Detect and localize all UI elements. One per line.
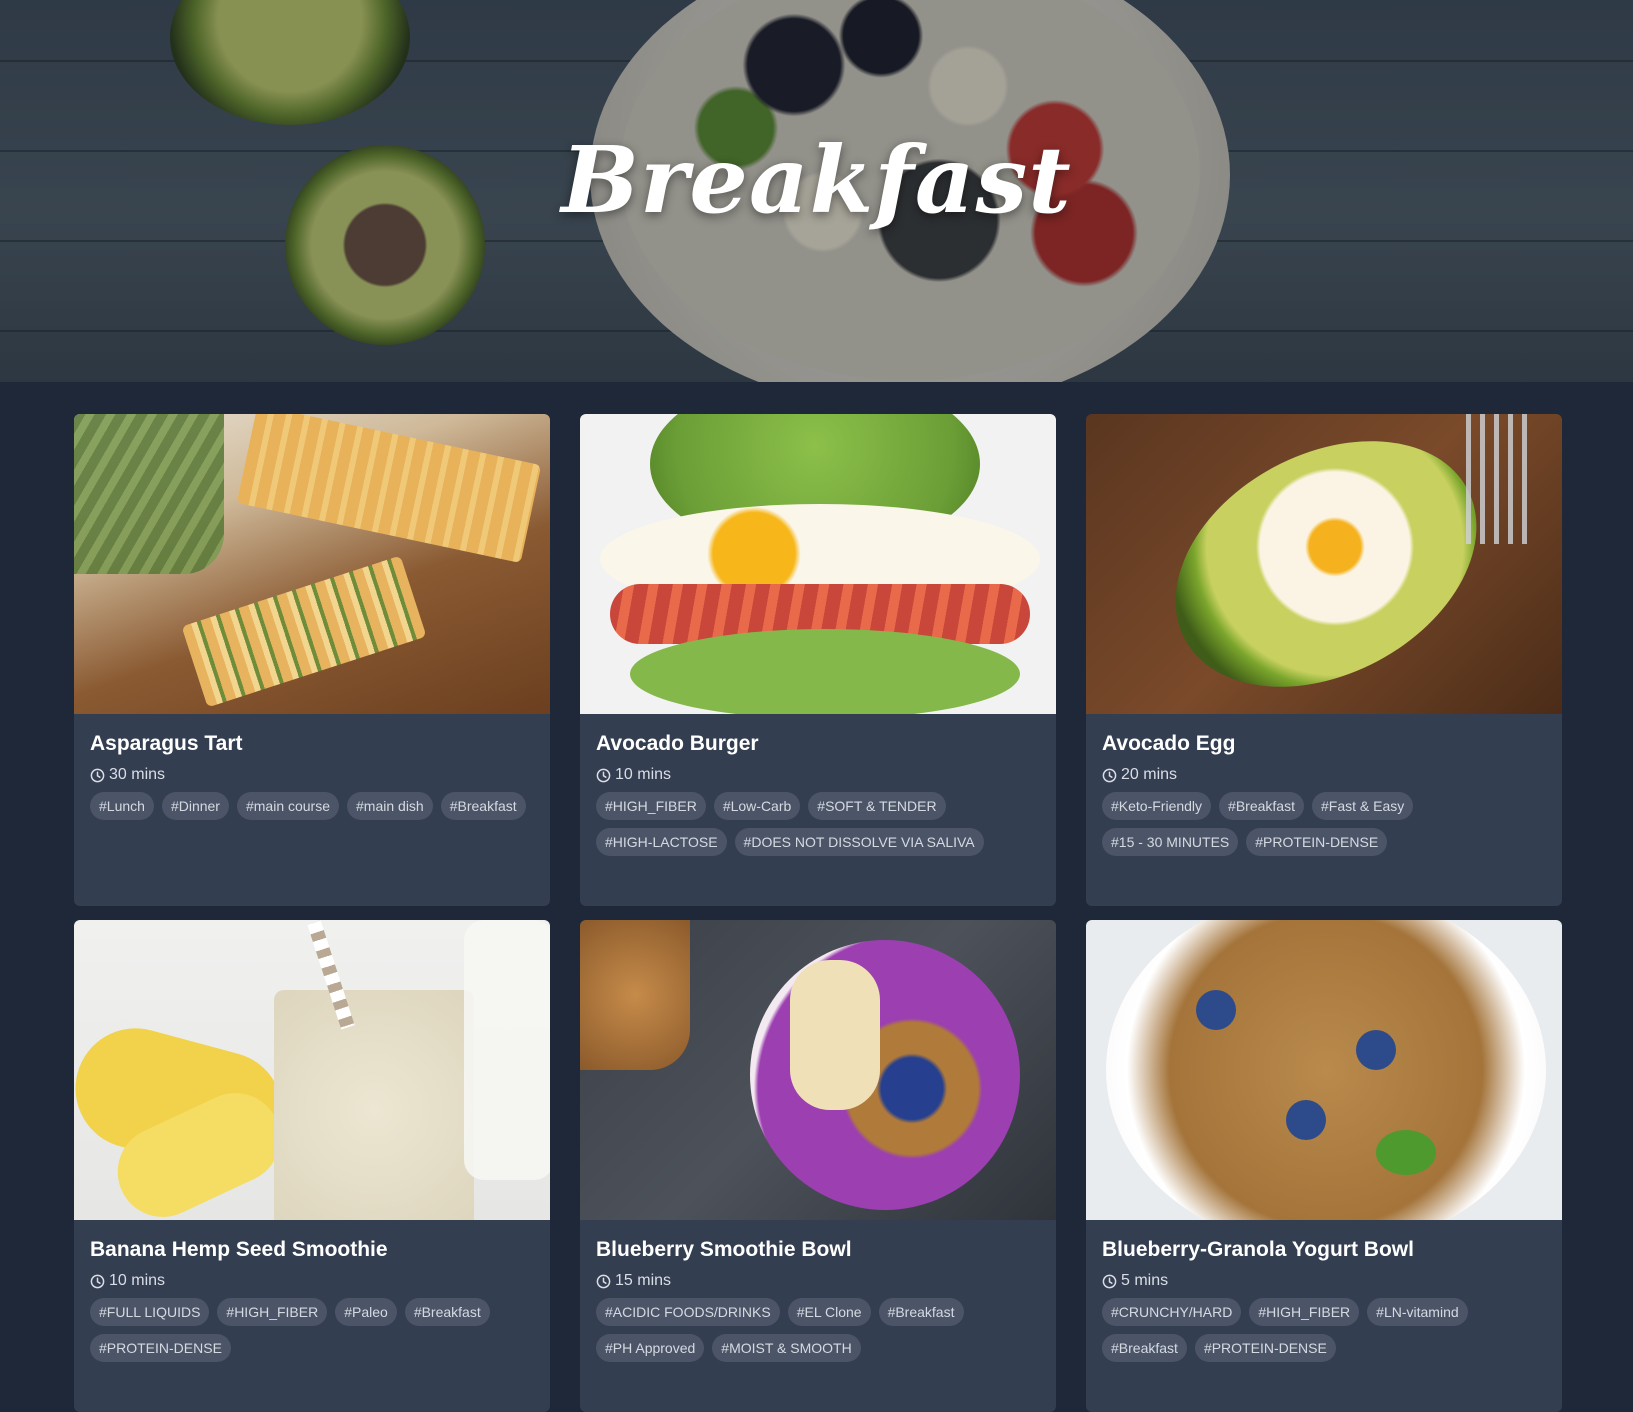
- tag[interactable]: #15 - 30 MINUTES: [1102, 828, 1239, 856]
- prep-time: 30 mins: [90, 766, 534, 784]
- avocado-egg-image: [1086, 414, 1562, 714]
- tag-list: #Lunch #Dinner #main course #main dish #…: [90, 792, 534, 820]
- recipe-card[interactable]: Avocado Burger 10 mins #HIGH_FIBER #Low-…: [580, 414, 1056, 906]
- prep-time-value: 30 mins: [109, 766, 166, 783]
- recipe-title[interactable]: Banana Hemp Seed Smoothie: [90, 1238, 534, 1262]
- recipe-title[interactable]: Avocado Egg: [1102, 732, 1546, 756]
- tag-list: #Keto-Friendly #Breakfast #Fast & Easy #…: [1102, 792, 1546, 856]
- prep-time: 5 mins: [1102, 1272, 1546, 1290]
- tag[interactable]: #Breakfast: [878, 1298, 964, 1326]
- recipe-title[interactable]: Blueberry Smoothie Bowl: [596, 1238, 1040, 1262]
- tag[interactable]: #Breakfast: [1219, 792, 1304, 820]
- clock-icon: [1102, 1274, 1117, 1288]
- recipe-card[interactable]: Blueberry-Granola Yogurt Bowl 5 mins #CR…: [1086, 920, 1562, 1412]
- asparagus-tart-image: [74, 414, 550, 714]
- recipe-card[interactable]: Asparagus Tart 30 mins #Lunch #Dinner #m…: [74, 414, 550, 906]
- banana-smoothie-image: [74, 920, 550, 1220]
- tag[interactable]: #HIGH_FIBER: [1249, 1298, 1360, 1326]
- prep-time: 10 mins: [596, 766, 1040, 784]
- page-title: Breakfast: [561, 126, 1072, 234]
- tag[interactable]: #LN-vitamind: [1367, 1298, 1468, 1326]
- clock-icon: [596, 768, 611, 782]
- tag[interactable]: #CRUNCHY/HARD: [1102, 1298, 1242, 1326]
- tag[interactable]: #PROTEIN-DENSE: [1194, 1334, 1336, 1362]
- tag[interactable]: #MOIST & SMOOTH: [712, 1334, 861, 1362]
- clock-icon: [90, 1274, 105, 1288]
- tag[interactable]: #HIGH_FIBER: [596, 792, 706, 820]
- prep-time: 20 mins: [1102, 766, 1546, 784]
- hero-banner: Breakfast: [0, 0, 1633, 382]
- prep-time: 10 mins: [90, 1272, 534, 1290]
- prep-time-value: 15 mins: [615, 1272, 672, 1289]
- clock-icon: [596, 1274, 611, 1288]
- recipe-title[interactable]: Blueberry-Granola Yogurt Bowl: [1102, 1238, 1546, 1262]
- tag[interactable]: #main course: [236, 792, 340, 820]
- recipe-card[interactable]: Blueberry Smoothie Bowl 15 mins #ACIDIC …: [580, 920, 1056, 1412]
- tag[interactable]: #EL Clone: [787, 1298, 871, 1326]
- recipe-card[interactable]: Avocado Egg 20 mins #Keto-Friendly #Brea…: [1086, 414, 1562, 906]
- recipe-card[interactable]: Banana Hemp Seed Smoothie 10 mins #FULL …: [74, 920, 550, 1412]
- tag[interactable]: #main dish: [347, 792, 433, 820]
- tag[interactable]: #PROTEIN-DENSE: [90, 1334, 231, 1362]
- clock-icon: [90, 768, 105, 782]
- tag[interactable]: #ACIDIC FOODS/DRINKS: [596, 1298, 780, 1326]
- tag[interactable]: #HIGH_FIBER: [217, 1298, 328, 1326]
- tag-list: #CRUNCHY/HARD #HIGH_FIBER #LN-vitamind #…: [1102, 1298, 1546, 1362]
- prep-time-value: 10 mins: [109, 1272, 166, 1289]
- recipe-title[interactable]: Asparagus Tart: [90, 732, 534, 756]
- tag-list: #FULL LIQUIDS #HIGH_FIBER #Paleo #Breakf…: [90, 1298, 534, 1362]
- prep-time-value: 10 mins: [615, 766, 672, 783]
- clock-icon: [1102, 768, 1117, 782]
- tag[interactable]: #Lunch: [90, 792, 154, 820]
- avocado-burger-image: [580, 414, 1056, 714]
- tag[interactable]: #Breakfast: [404, 1298, 490, 1326]
- tag[interactable]: #FULL LIQUIDS: [90, 1298, 210, 1326]
- blueberry-bowl-image: [580, 920, 1056, 1220]
- tag-list: #HIGH_FIBER #Low-Carb #SOFT & TENDER #HI…: [596, 792, 1040, 856]
- tag[interactable]: #Breakfast: [1102, 1334, 1187, 1362]
- prep-time-value: 20 mins: [1121, 766, 1178, 783]
- tag[interactable]: #PH Approved: [596, 1334, 705, 1362]
- tag[interactable]: #Keto-Friendly: [1102, 792, 1212, 820]
- tag-list: #ACIDIC FOODS/DRINKS #EL Clone #Breakfas…: [596, 1298, 1040, 1362]
- prep-time: 15 mins: [596, 1272, 1040, 1290]
- tag[interactable]: #HIGH-LACTOSE: [596, 828, 727, 856]
- tag[interactable]: #Dinner: [161, 792, 229, 820]
- prep-time-value: 5 mins: [1121, 1272, 1169, 1289]
- granola-bowl-image: [1086, 920, 1562, 1220]
- tag[interactable]: #Breakfast: [440, 792, 526, 820]
- tag[interactable]: #SOFT & TENDER: [808, 792, 946, 820]
- tag[interactable]: #Paleo: [335, 1298, 397, 1326]
- recipe-title[interactable]: Avocado Burger: [596, 732, 1040, 756]
- tag[interactable]: #Fast & Easy: [1311, 792, 1414, 820]
- tag[interactable]: #Low-Carb: [713, 792, 801, 820]
- tag[interactable]: #PROTEIN-DENSE: [1246, 828, 1388, 856]
- tag[interactable]: #DOES NOT DISSOLVE VIA SALIVA: [734, 828, 984, 856]
